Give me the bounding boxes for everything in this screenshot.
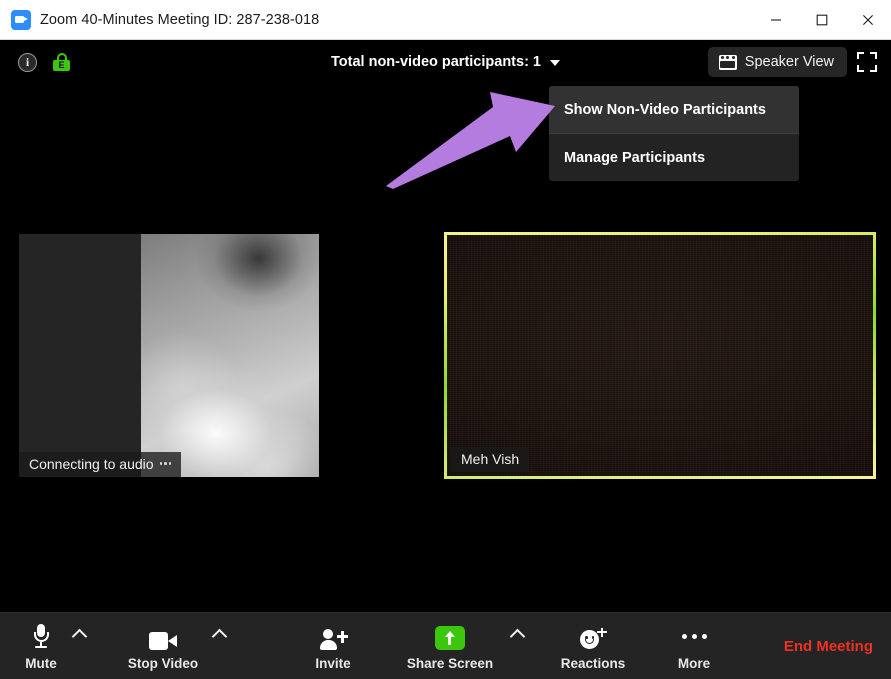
microphone-icon [33,622,49,650]
reactions-button[interactable]: Reactions [554,613,632,679]
add-person-icon [320,622,347,650]
invite-button[interactable]: Invite [302,613,364,679]
minimize-icon[interactable] [753,0,799,40]
share-screen-up-arrow-icon [435,622,465,650]
nonvideo-participants-label[interactable]: Total non-video participants: 1 [331,54,541,70]
window-title: Zoom 40-Minutes Meeting ID: 287-238-018 [40,12,319,28]
share-screen-label: Share Screen [407,656,493,671]
ellipsis-icon [682,622,707,650]
share-screen-button[interactable]: Share Screen [396,613,504,679]
nonvideo-participants-dropdown: Show Non-Video Participants Manage Parti… [549,86,799,181]
video-tile-participant-2[interactable]: Meh Vish [444,232,876,479]
end-meeting-button[interactable]: End Meeting [784,638,873,655]
menu-item-show-non-video-participants[interactable]: Show Non-Video Participants [549,86,799,133]
close-icon[interactable] [845,0,891,40]
tile-label-text: Meh Vish [461,451,519,467]
video-tile-participant-1[interactable]: Connecting to audio [19,234,319,477]
title-bar: Zoom 40-Minutes Meeting ID: 287-238-018 [0,0,891,40]
window-controls [753,0,891,40]
tile-label-text: Connecting to audio [29,456,154,472]
share-options-chevron-up-icon[interactable] [504,613,530,679]
video-camera-icon [149,622,177,650]
invite-label: Invite [315,656,350,671]
reactions-label: Reactions [561,656,626,671]
meeting-toolbar: Mute Stop Video Invite Share Screen [0,612,891,679]
smiley-plus-icon [580,622,606,650]
camera-feed-grayscale [141,234,319,477]
fullscreen-expand-icon[interactable] [857,52,877,72]
lock-body-glyph: E [53,60,70,72]
mute-label: Mute [25,656,57,671]
tile-label-name: Meh Vish [451,447,529,472]
info-icon[interactable]: i [18,53,37,72]
stop-video-label: Stop Video [128,656,198,671]
tile-background-left [19,234,141,477]
zoom-meeting-window: Zoom 40-Minutes Meeting ID: 287-238-018 … [0,0,891,679]
zoom-camera-icon [11,10,31,30]
meeting-header: i E Total non-video participants: 1 Spea… [0,40,891,84]
green-lock-icon[interactable]: E [53,53,70,71]
more-label: More [678,656,710,671]
header-right-controls: Speaker View [708,47,877,77]
active-speaker-border [444,232,876,479]
speaker-view-button[interactable]: Speaker View [708,47,847,77]
stop-video-button[interactable]: Stop Video [120,613,206,679]
more-button[interactable]: More [668,613,720,679]
menu-item-label: Show Non-Video Participants [564,102,766,118]
menu-item-label: Manage Participants [564,150,705,166]
menu-item-manage-participants[interactable]: Manage Participants [549,134,799,181]
mute-options-chevron-up-icon[interactable] [66,613,92,679]
video-options-chevron-up-icon[interactable] [206,613,232,679]
layout-panel-icon [719,55,737,70]
loading-dots-icon [160,462,172,466]
chevron-down-icon[interactable] [550,60,560,66]
maximize-icon[interactable] [799,0,845,40]
info-icon-glyph: i [26,56,29,68]
tile-label-connecting: Connecting to audio [19,452,181,477]
mute-button[interactable]: Mute [16,613,66,679]
speaker-view-label: Speaker View [745,54,834,70]
